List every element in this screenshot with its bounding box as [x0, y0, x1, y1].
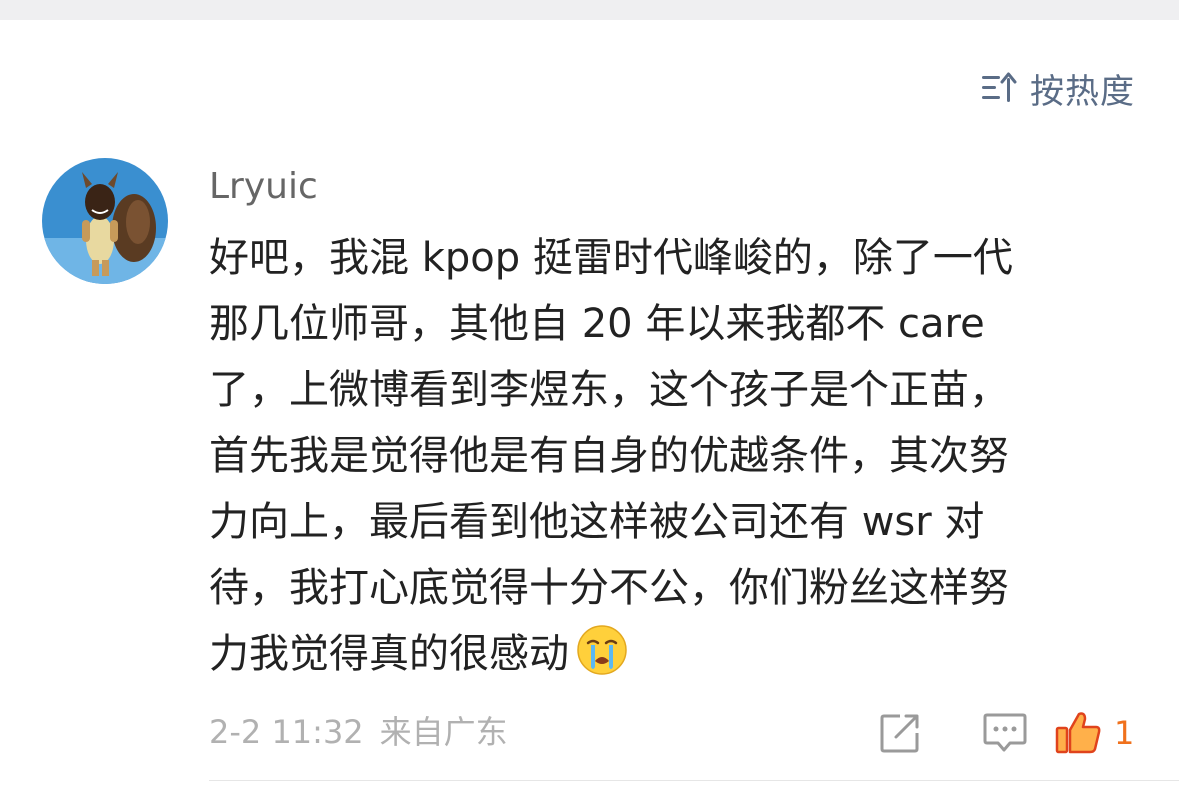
comment-line-text: 力我觉得真的很感动: [209, 631, 569, 677]
comment-line: 好吧，我混 kpop 挺雷时代峰峻的，除了一代: [209, 235, 1013, 281]
comment-icon: [983, 713, 1027, 752]
crying-face-emoji: [575, 623, 629, 677]
location: 来自广东: [379, 713, 508, 751]
comment-text: 好吧，我混 kpop 挺雷时代峰峻的，除了一代 那几位师哥，其他自 20 年以来…: [209, 225, 1139, 687]
like-count: 1: [1114, 714, 1135, 752]
comment-line: 力向上，最后看到他这样被公司还有 wsr 对: [209, 499, 985, 545]
comment-line-last: 力我觉得真的很感动: [209, 621, 1139, 687]
sort-lines-icon: [980, 70, 1018, 106]
share-icon: [880, 714, 919, 753]
share-button[interactable]: [878, 710, 922, 756]
comment-line: 了，上微博看到李煜东，这个孩子是个正苗，: [209, 367, 1009, 413]
sort-label: 按热度: [1030, 71, 1135, 112]
comment-meta: 2-2 11:32 来自广东: [209, 708, 508, 756]
like-button[interactable]: 1: [1054, 710, 1134, 756]
top-separator-band: [0, 0, 1179, 20]
comment-line: 待，我打心底觉得十分不公，你们粉丝这样努: [209, 565, 1009, 611]
thumbs-up-icon: [1055, 712, 1101, 754]
sort-by-hot-button[interactable]: 按热度: [980, 66, 1135, 112]
comment-line: 那几位师哥，其他自 20 年以来我都不 care: [209, 301, 985, 347]
avatar[interactable]: [42, 158, 168, 284]
timestamp: 2-2 11:32: [209, 713, 364, 751]
reply-button[interactable]: [982, 710, 1028, 756]
divider: [209, 780, 1179, 781]
username[interactable]: Lryuic: [209, 165, 318, 209]
comment-line: 首先我是觉得他是有自身的优越条件，其次努: [209, 433, 1009, 479]
